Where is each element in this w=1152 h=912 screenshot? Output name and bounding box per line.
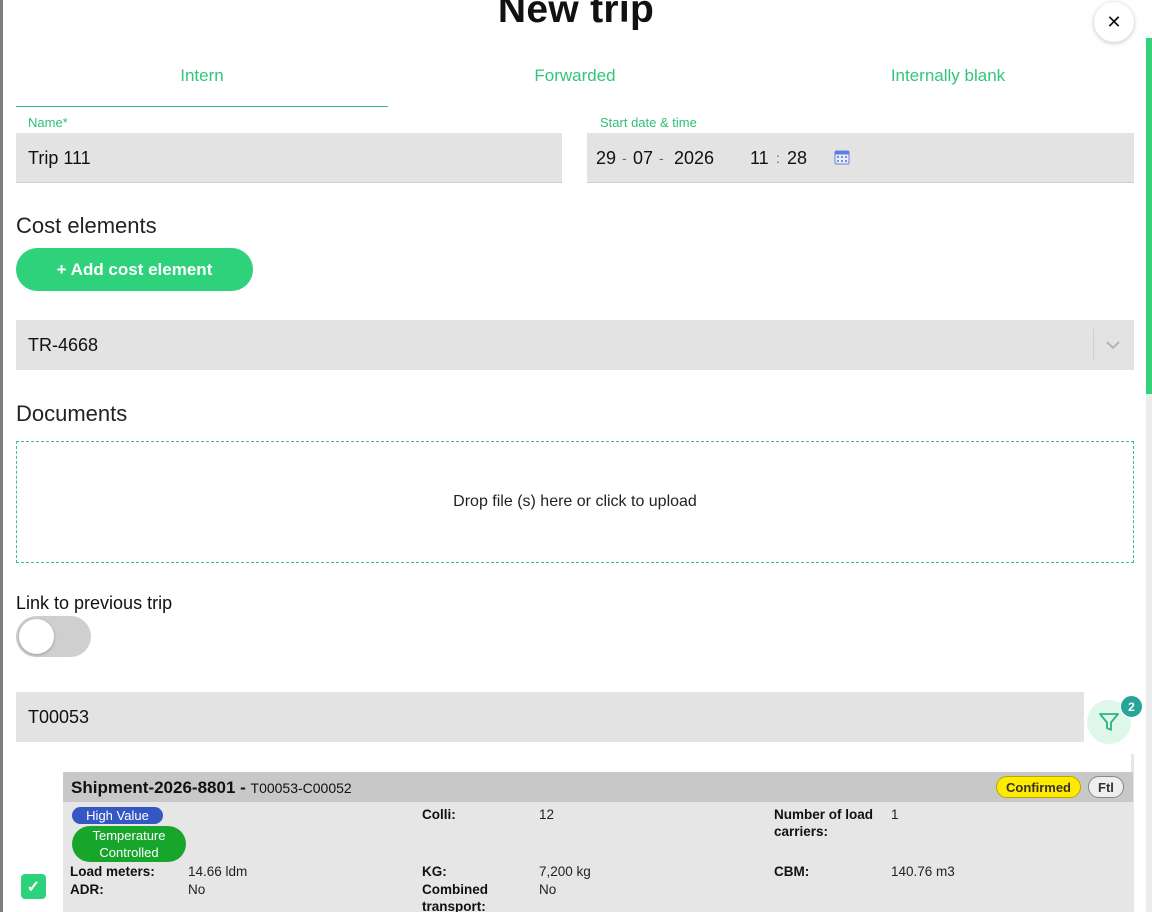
- shipment-card[interactable]: Shipment-2026-8801 - T00053-C00052 Confi…: [63, 772, 1133, 912]
- kg-value: 7,200 kg: [539, 864, 591, 879]
- cost-element-value: TR-4668: [28, 335, 99, 355]
- tab-intern[interactable]: Intern: [16, 56, 388, 107]
- shipment-title-line: Shipment-2026-8801 - T00053-C00052: [71, 778, 352, 798]
- adr-value: No: [188, 882, 206, 897]
- start-day[interactable]: 29: [596, 148, 616, 169]
- shipment-select-checkbox[interactable]: ✓: [21, 874, 46, 899]
- colli-label: Colli:: [422, 807, 456, 822]
- add-cost-element-button[interactable]: + Add cost element: [16, 248, 253, 291]
- close-button[interactable]: ✕: [1094, 2, 1134, 42]
- combined-transport-label: Combined transport:: [422, 882, 488, 912]
- filter-icon: [1099, 713, 1119, 731]
- calendar-icon[interactable]: [834, 149, 850, 165]
- filter-count-badge: 2: [1120, 695, 1143, 718]
- checkmark-icon: ✓: [26, 878, 41, 896]
- scrollbar-track[interactable]: [1146, 394, 1152, 912]
- start-month[interactable]: 07: [633, 148, 653, 169]
- toggle-knob: [19, 619, 54, 654]
- date-separator: -: [659, 150, 664, 166]
- dropzone-text: Drop file (s) here or click to upload: [453, 493, 697, 510]
- trip-search-value: T00053: [28, 707, 90, 727]
- trip-search-input[interactable]: T00053: [16, 692, 1084, 742]
- name-input[interactable]: Trip 111: [16, 133, 562, 183]
- mode-badge: Ftl: [1088, 776, 1124, 798]
- scrollbar-thumb[interactable]: [1146, 38, 1152, 394]
- link-previous-trip-toggle[interactable]: [16, 616, 91, 657]
- shipment-title-dash: -: [235, 778, 251, 797]
- close-icon: ✕: [1106, 11, 1122, 32]
- start-minute[interactable]: 28: [787, 148, 807, 169]
- trip-type-tabs: Intern Forwarded Internally blank: [16, 56, 1134, 108]
- dialog-edge: [0, 0, 3, 912]
- load-carriers-label: Number of load carriers:: [774, 807, 874, 839]
- start-datetime-label: Start date & time: [600, 115, 697, 130]
- tag-temperature-controlled: Temperature Controlled: [72, 826, 186, 862]
- cbm-label: CBM:: [774, 864, 810, 879]
- time-separator: :: [776, 150, 780, 166]
- status-badge: Confirmed: [996, 776, 1081, 798]
- start-year[interactable]: 2026: [674, 148, 714, 169]
- shipment-card-header: Shipment-2026-8801 - T00053-C00052 Confi…: [63, 772, 1133, 802]
- cost-elements-heading: Cost elements: [16, 213, 157, 238]
- date-separator: -: [622, 150, 627, 166]
- start-datetime-input[interactable]: 29 - 07 - 2026 11 : 28: [587, 133, 1134, 183]
- dialog-title: New trip: [497, 0, 655, 31]
- load-carriers-value: 1: [891, 807, 899, 822]
- load-meters-value: 14.66 ldm: [188, 864, 248, 879]
- file-dropzone[interactable]: Drop file (s) here or click to upload: [16, 441, 1134, 563]
- shipment-title: Shipment-2026-8801: [71, 778, 236, 797]
- documents-heading: Documents: [16, 401, 128, 426]
- tab-forwarded[interactable]: Forwarded: [389, 56, 761, 106]
- shipment-code: T00053-C00052: [250, 780, 352, 796]
- chevron-down-icon[interactable]: [1104, 337, 1122, 353]
- cost-element-select[interactable]: TR-4668: [16, 320, 1134, 370]
- name-label: Name*: [28, 115, 68, 130]
- colli-value: 12: [539, 807, 555, 822]
- tag-high-value: High Value: [72, 807, 163, 824]
- link-previous-trip-label: Link to previous trip: [16, 593, 173, 613]
- select-divider: [1093, 329, 1094, 361]
- tab-internally-blank[interactable]: Internally blank: [762, 56, 1134, 106]
- name-value: Trip 111: [28, 148, 91, 168]
- cbm-value: 140.76 m3: [891, 864, 955, 879]
- load-meters-label: Load meters:: [70, 864, 155, 879]
- kg-label: KG:: [422, 864, 447, 879]
- combined-transport-value: No: [539, 882, 557, 897]
- start-hour[interactable]: 11: [750, 148, 769, 169]
- new-trip-dialog: New trip ✕ Intern Forwarded Internally b…: [0, 0, 1152, 912]
- adr-label: ADR:: [70, 882, 104, 897]
